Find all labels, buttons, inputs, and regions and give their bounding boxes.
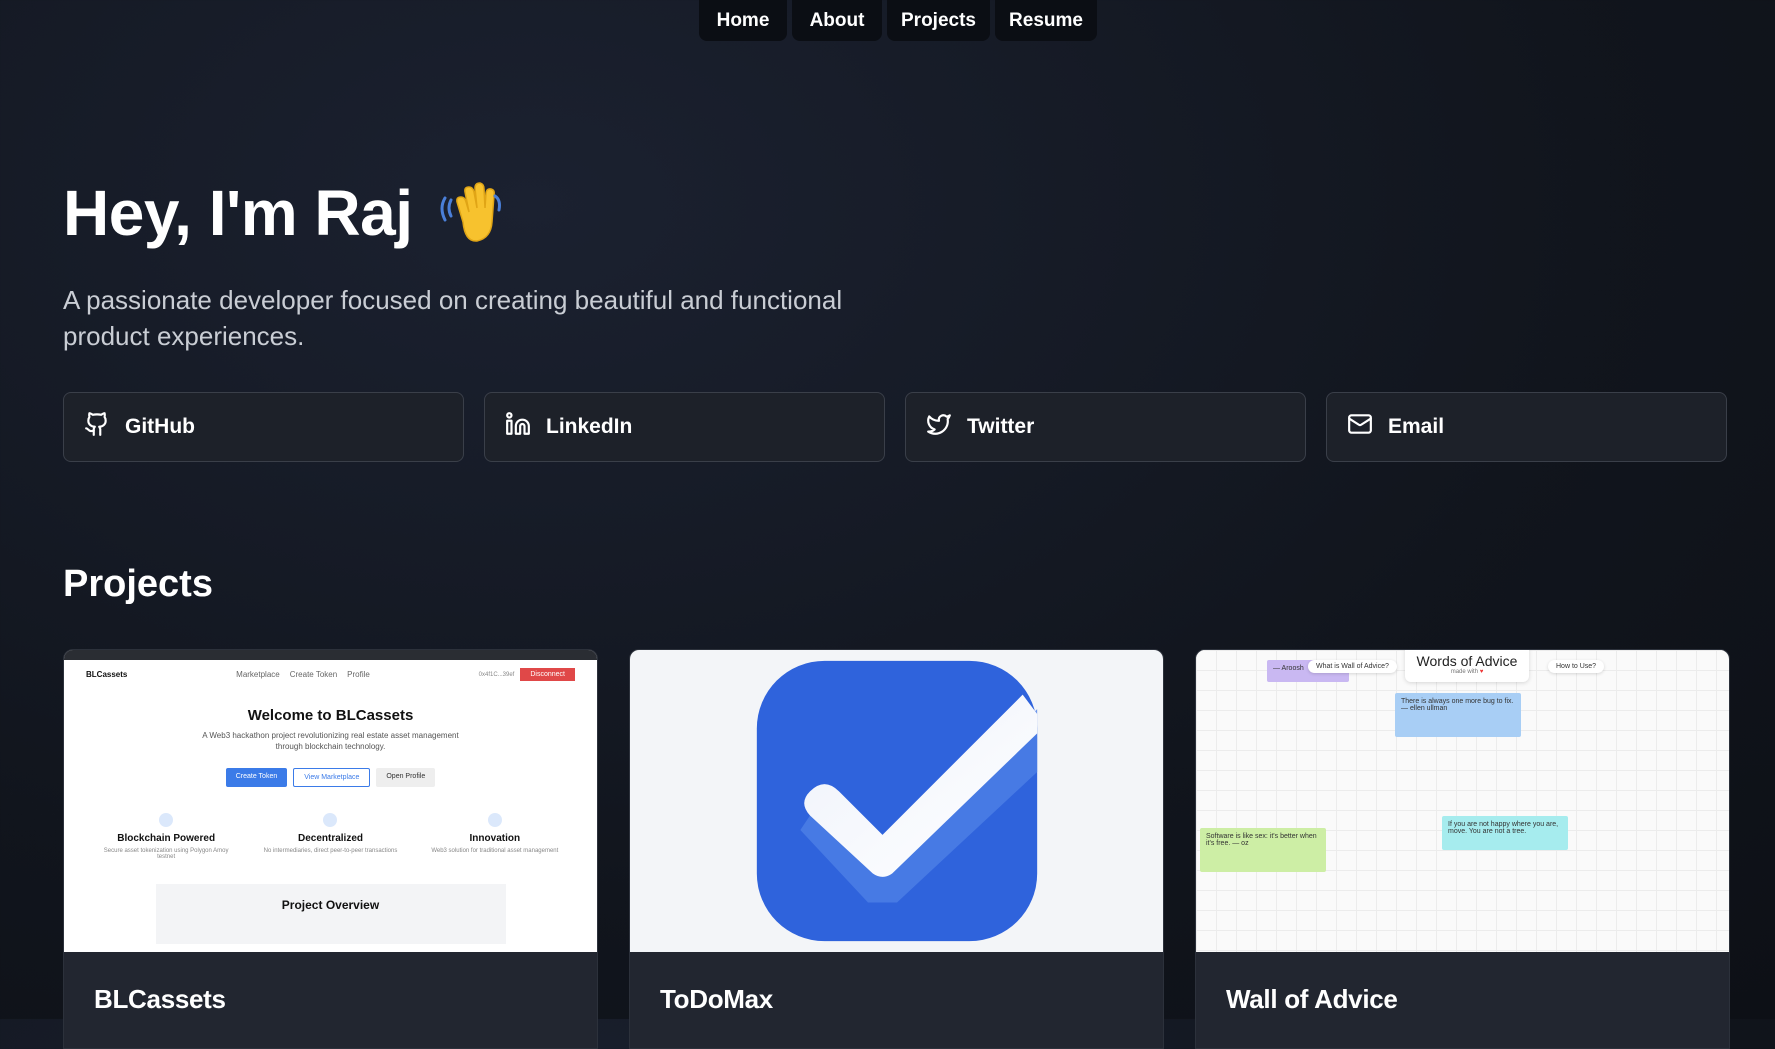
twitter-label: Twitter [967, 415, 1035, 438]
feature-title: Decentralized [297, 833, 363, 844]
todomax-logo [630, 650, 1163, 952]
feature-sub: No intermediaries, direct peer-to-peer t… [263, 848, 398, 854]
project-title: BLCassets [94, 984, 226, 1014]
blcassets-create-token: Create Token [225, 768, 288, 787]
project-card-wall-of-advice[interactable]: — Aroosh What is Wall of Advice? Words o… [1195, 649, 1730, 1049]
email-link[interactable]: Email [1326, 392, 1727, 462]
projects-heading: Projects [63, 563, 213, 605]
wall-pill-what: What is Wall of Advice? [1308, 660, 1397, 673]
project-cards: BLCassets Marketplace Create Token Profi… [63, 649, 1730, 1049]
mail-icon [1347, 411, 1373, 443]
blcassets-address: 0x4f1C...39ef [478, 671, 515, 678]
hero-subtitle: A passionate developer focused on creati… [63, 285, 843, 351]
blcassets-view-marketplace: View Marketplace [293, 768, 371, 787]
advice-note: If you are not happy where you are, move… [1442, 816, 1568, 850]
github-label: GitHub [125, 415, 195, 438]
browser-bar [64, 650, 597, 660]
wall-of-advice-screenshot: — Aroosh What is Wall of Advice? Words o… [1196, 650, 1729, 952]
blcassets-features: Blockchain Powered Secure asset tokeniza… [64, 813, 597, 860]
wall-heading: Words of Advice made with ♥ [1405, 650, 1529, 682]
feature-icon [487, 813, 502, 827]
linkedin-link[interactable]: LinkedIn [484, 392, 885, 462]
blcassets-brand: BLCassets [86, 670, 128, 679]
feature-title: Blockchain Powered [117, 833, 216, 844]
nav-projects[interactable]: Projects [887, 0, 990, 41]
blcassets-nav: Marketplace Create Token Profile [236, 670, 370, 679]
project-title: Wall of Advice [1226, 984, 1398, 1014]
feature-icon [159, 813, 174, 827]
linkedin-label: LinkedIn [546, 415, 633, 438]
github-icon [84, 411, 110, 443]
waving-hand-icon [439, 178, 509, 248]
email-label: Email [1388, 415, 1445, 438]
heart-icon: ♥ [1479, 669, 1484, 675]
blcassets-feature: Innovation Web3 solution for traditional… [425, 813, 565, 860]
nav-resume[interactable]: Resume [995, 0, 1097, 41]
blcassets-disconnect: Disconnect [520, 668, 575, 681]
blcassets-wallet: 0x4f1C...39ef Disconnect [479, 668, 575, 681]
blcassets-feature: Blockchain Powered Secure asset tokeniza… [96, 813, 236, 860]
wall-made-with: made with ♥ [1405, 669, 1529, 675]
top-nav: Home About Projects Resume [699, 0, 1097, 41]
feature-sub: Web3 solution for traditional asset mana… [431, 848, 559, 854]
blcassets-feature: Decentralized No intermediaries, direct … [260, 813, 400, 860]
blcassets-nav-create: Create Token [289, 670, 338, 679]
blcassets-welcome: Welcome to BLCassets [247, 707, 414, 724]
project-card-todomax[interactable]: ToDoMax [629, 649, 1164, 1049]
blcassets-overview: Project Overview [155, 884, 506, 944]
hero-title: Hey, I'm Raj [63, 177, 413, 249]
wall-title: Words of Advice [1416, 653, 1518, 669]
linkedin-icon [505, 411, 531, 443]
made-with-text: made with [1450, 669, 1479, 675]
github-link[interactable]: GitHub [63, 392, 464, 462]
project-title: ToDoMax [660, 984, 773, 1014]
social-links: GitHub LinkedIn Twitter Email [63, 392, 1727, 462]
advice-note: Software is like sex: it's better when i… [1200, 828, 1326, 872]
hero-title-wrap: Hey, I'm Raj [63, 176, 509, 250]
twitter-icon [926, 411, 952, 443]
blcassets-screenshot: BLCassets Marketplace Create Token Profi… [64, 650, 597, 952]
checkmark-icon [756, 660, 1037, 942]
blcassets-header: BLCassets Marketplace Create Token Profi… [64, 660, 597, 689]
feature-icon [323, 813, 338, 827]
blcassets-nav-marketplace: Marketplace [236, 670, 280, 679]
feature-sub: Secure asset tokenization using Polygon … [103, 848, 229, 860]
twitter-link[interactable]: Twitter [905, 392, 1306, 462]
blcassets-nav-profile: Profile [347, 670, 370, 679]
feature-title: Innovation [469, 833, 521, 844]
project-card-blcassets[interactable]: BLCassets Marketplace Create Token Profi… [63, 649, 598, 1049]
blcassets-description: A Web3 hackathon project revolutionizing… [202, 731, 459, 751]
wall-pill-how: How to Use? [1548, 660, 1605, 673]
blcassets-open-profile: Open Profile [376, 768, 436, 787]
nav-home[interactable]: Home [699, 0, 787, 41]
blcassets-actions: Create Token View Marketplace Open Profi… [64, 768, 597, 787]
nav-about[interactable]: About [792, 0, 882, 41]
advice-note: There is always one more bug to fix. — e… [1395, 693, 1521, 737]
